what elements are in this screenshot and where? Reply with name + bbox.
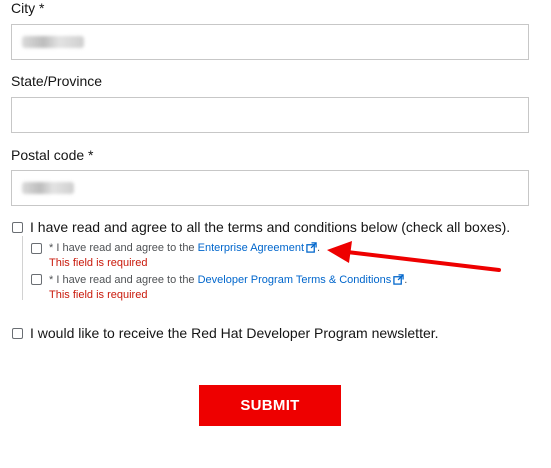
developer-terms-label: * I have read and agree to the Developer… — [49, 274, 407, 288]
city-label: City * — [11, 0, 45, 16]
city-value-redacted — [22, 36, 84, 48]
state-label: State/Province — [11, 73, 103, 89]
submit-button[interactable]: SUBMIT — [199, 385, 341, 426]
enterprise-agreement-prefix: * I have read and agree to the — [49, 242, 198, 254]
terms-group-divider — [22, 236, 23, 300]
newsletter-checkbox[interactable] — [12, 328, 23, 339]
developer-terms-suffix: . — [404, 274, 408, 286]
terms-all-label: I have read and agree to all the terms a… — [30, 219, 511, 235]
enterprise-agreement-suffix: . — [317, 242, 321, 254]
external-link-icon[interactable] — [393, 274, 404, 288]
city-input[interactable] — [11, 24, 529, 60]
developer-terms-checkbox[interactable] — [31, 274, 42, 285]
newsletter-label: I would like to receive the Red Hat Deve… — [30, 325, 439, 341]
enterprise-agreement-error: This field is required — [49, 257, 148, 269]
enterprise-agreement-link[interactable]: Enterprise Agreement — [198, 242, 304, 254]
postal-value-redacted — [22, 182, 74, 194]
terms-all-checkbox[interactable] — [12, 222, 23, 233]
postal-label: Postal code * — [11, 147, 94, 163]
external-link-icon[interactable] — [306, 242, 317, 256]
postal-input[interactable] — [11, 170, 529, 206]
enterprise-agreement-checkbox[interactable] — [31, 243, 42, 254]
state-input[interactable] — [11, 97, 529, 133]
enterprise-agreement-label: * I have read and agree to the Enterpris… — [49, 242, 320, 256]
developer-terms-prefix: * I have read and agree to the — [49, 274, 198, 286]
developer-terms-link[interactable]: Developer Program Terms & Conditions — [198, 274, 392, 286]
developer-terms-error: This field is required — [49, 289, 148, 301]
